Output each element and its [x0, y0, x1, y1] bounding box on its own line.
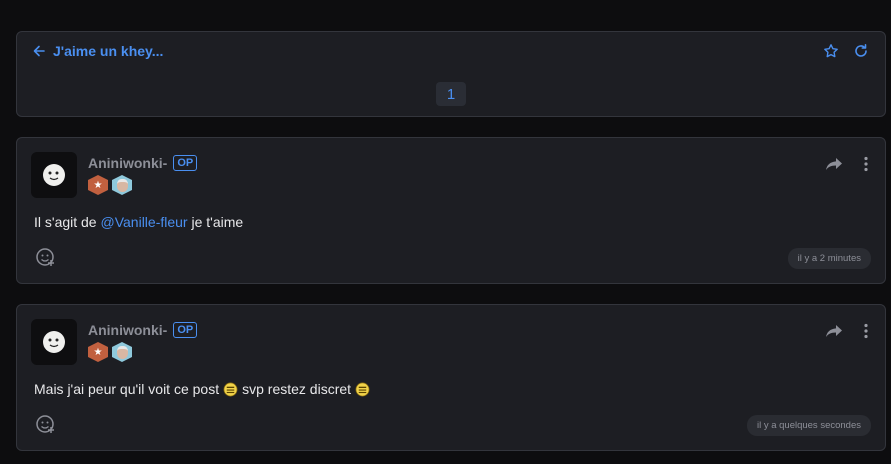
author-name[interactable]: Aniniwonki- [88, 322, 167, 338]
nervous-smiley-icon [223, 382, 238, 396]
badge-star-icon: ★ [88, 175, 108, 195]
post-card: Aniniwonki- OP ★ Il s'agit de @Vanille-f… [16, 137, 886, 284]
topic-title: J'aime un khey... [53, 43, 164, 59]
share-icon[interactable] [825, 156, 843, 172]
post-text: Il s'agit de [34, 214, 101, 230]
post-card: Aniniwonki- OP ★ Mais j'ai peur qu'il vo… [16, 304, 886, 451]
back-link[interactable]: J'aime un khey... [33, 43, 163, 59]
topic-header: J'aime un khey... 1 [16, 31, 886, 117]
more-vertical-icon[interactable] [863, 156, 869, 172]
op-badge: OP [173, 155, 198, 171]
avatar-face-icon [43, 164, 65, 186]
badge-star-icon: ★ [88, 342, 108, 362]
post-content: Il s'agit de @Vanille-fleur je t'aime [34, 214, 243, 230]
badge-portrait-icon [112, 175, 132, 195]
author-name[interactable]: Aniniwonki- [88, 155, 167, 171]
timestamp: il y a 2 minutes [787, 248, 871, 269]
badge-portrait-icon [112, 342, 132, 362]
share-icon[interactable] [825, 323, 843, 339]
avatar[interactable] [31, 152, 77, 198]
arrow-left-icon [33, 45, 45, 57]
post-text: je t'aime [187, 214, 244, 230]
add-reaction-icon[interactable] [35, 246, 57, 268]
more-vertical-icon[interactable] [863, 323, 869, 339]
avatar[interactable] [31, 319, 77, 365]
nervous-smiley-icon [355, 382, 370, 396]
mention-link[interactable]: @Vanille-fleur [101, 214, 188, 230]
post-content: Mais j'ai peur qu'il voit ce post svp re… [34, 381, 374, 397]
op-badge: OP [173, 322, 198, 338]
star-icon[interactable] [823, 43, 839, 59]
timestamp: il y a quelques secondes [746, 415, 871, 436]
page-button-1[interactable]: 1 [436, 82, 466, 106]
post-text: svp restez discret [242, 381, 352, 397]
add-reaction-icon[interactable] [35, 413, 57, 435]
refresh-icon[interactable] [853, 43, 869, 59]
post-text: Mais j'ai peur qu'il voit ce post [34, 381, 220, 397]
avatar-face-icon [43, 331, 65, 353]
